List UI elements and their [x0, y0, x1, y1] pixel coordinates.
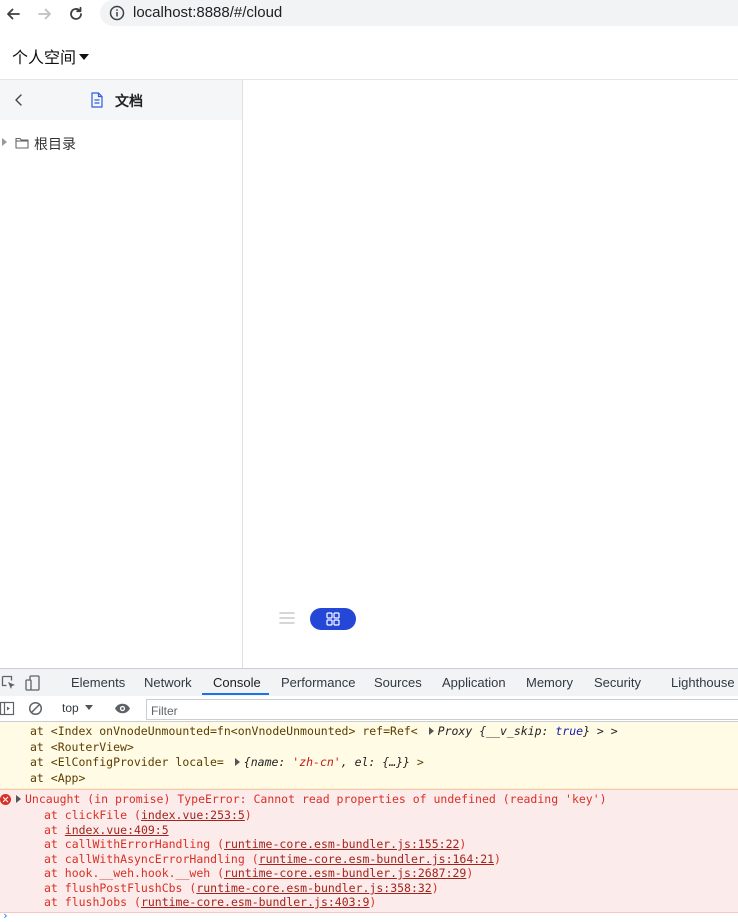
- address-bar[interactable]: localhost:8888/#/cloud: [100, 0, 738, 26]
- warning-trace-line: at <ElConfigProvider locale= {name: 'zh-…: [30, 755, 424, 769]
- stack-frame: at clickFile (index.vue:253:5): [44, 808, 252, 822]
- eye-icon[interactable]: [114, 701, 131, 716]
- reload-icon: [70, 6, 82, 20]
- tab-security[interactable]: Security: [594, 675, 641, 690]
- folder-icon: [15, 137, 29, 149]
- sidebar-toggle-icon[interactable]: [0, 701, 15, 716]
- filter-field[interactable]: [146, 699, 738, 720]
- tree-node-root[interactable]: 根目录: [0, 132, 242, 154]
- stack-frame: at flushPostFlushCbs (runtime-core.esm-b…: [44, 881, 439, 895]
- sidebar-header: 文档: [0, 80, 242, 120]
- chevron-left-icon[interactable]: [11, 92, 27, 108]
- caret-down-icon: [84, 705, 93, 710]
- tab-sources[interactable]: Sources: [374, 675, 422, 690]
- stack-frame: at flushJobs (runtime-core.esm-bundler.j…: [44, 895, 377, 909]
- arrow-right-icon: [38, 8, 51, 20]
- stack-frame: at callWithAsyncErrorHandling (runtime-c…: [44, 852, 501, 866]
- space-switcher[interactable]: 个人空间: [12, 44, 90, 68]
- tree-node-label: 根目录: [34, 137, 76, 153]
- document-icon: [91, 92, 103, 108]
- warning-trace-line: at <Index onVnodeUnmounted=fn<onVnodeUnm…: [30, 724, 618, 738]
- tab-memory[interactable]: Memory: [526, 675, 573, 690]
- active-tab-indicator: [202, 693, 269, 695]
- tab-application[interactable]: Application: [442, 675, 506, 690]
- reload-button[interactable]: [65, 3, 87, 25]
- app-header: 个人空间: [0, 28, 738, 80]
- tab-network[interactable]: Network: [144, 675, 192, 690]
- error-icon: [0, 794, 11, 805]
- stack-frame: at index.vue:409:5: [44, 823, 169, 837]
- list-view-icon[interactable]: [278, 609, 296, 627]
- tab-performance[interactable]: Performance: [281, 675, 355, 690]
- clear-console-icon[interactable]: [28, 701, 43, 716]
- console-toolbar: top: [0, 696, 738, 722]
- grid-view-button[interactable]: [310, 608, 356, 630]
- warning-trace-line: at <App>: [30, 771, 86, 785]
- space-title: 个人空间: [12, 48, 77, 67]
- url-text: localhost:8888/#/cloud: [133, 4, 283, 21]
- source-link[interactable]: runtime-core.esm-bundler.js:155:22: [224, 837, 459, 851]
- context-selector[interactable]: top: [62, 701, 93, 715]
- error-message: Uncaught (in promise) TypeError: Cannot …: [0, 789, 738, 913]
- warning-trace-line: at <RouterView>: [30, 740, 134, 754]
- tab-console[interactable]: Console: [213, 675, 261, 690]
- info-icon[interactable]: [109, 5, 125, 21]
- prompt-chevron-icon: ›: [2, 909, 9, 922]
- source-link[interactable]: index.vue:409:5: [65, 823, 169, 837]
- browser-toolbar: localhost:8888/#/cloud: [0, 0, 738, 28]
- expand-triangle-icon[interactable]: [16, 795, 21, 803]
- context-value: top: [62, 701, 79, 715]
- arrow-left-icon: [7, 8, 20, 20]
- source-link[interactable]: runtime-core.esm-bundler.js:403:9: [141, 895, 369, 909]
- expand-triangle-icon[interactable]: [428, 727, 434, 735]
- error-summary[interactable]: Uncaught (in promise) TypeError: Cannot …: [16, 792, 607, 807]
- source-link[interactable]: runtime-core.esm-bundler.js:164:21: [259, 852, 494, 866]
- back-button[interactable]: [2, 3, 24, 25]
- inspect-element-icon[interactable]: [1, 675, 17, 691]
- console-prompt[interactable]: ›: [0, 909, 738, 922]
- grid-icon: [326, 612, 340, 626]
- console-output: at <Index onVnodeUnmounted=fn<onVnodeUnm…: [0, 722, 738, 922]
- source-link[interactable]: runtime-core.esm-bundler.js:2687:29: [224, 866, 466, 880]
- sidebar-title: 文档: [115, 94, 143, 110]
- devtools-tabbar: Elements Network Console Performance Sou…: [0, 668, 738, 697]
- source-link[interactable]: runtime-core.esm-bundler.js:358:32: [196, 881, 431, 895]
- forward-button[interactable]: [34, 3, 56, 25]
- stack-frame: at hook.__weh.hook.__weh (runtime-core.e…: [44, 866, 474, 880]
- caret-down-icon: [79, 54, 90, 60]
- source-link[interactable]: index.vue:253:5: [141, 808, 245, 822]
- filter-input[interactable]: [147, 702, 715, 720]
- expand-triangle-icon[interactable]: [234, 758, 240, 766]
- stack-frame: at callWithErrorHandling (runtime-core.e…: [44, 837, 467, 851]
- caret-right-icon[interactable]: [2, 138, 7, 146]
- device-toolbar-icon[interactable]: [25, 675, 41, 691]
- sidebar: 文档 根目录: [0, 80, 243, 668]
- tab-elements[interactable]: Elements: [71, 675, 125, 690]
- warning-message: at <Index onVnodeUnmounted=fn<onVnodeUnm…: [0, 722, 738, 789]
- tab-lighthouse[interactable]: Lighthouse: [671, 675, 735, 690]
